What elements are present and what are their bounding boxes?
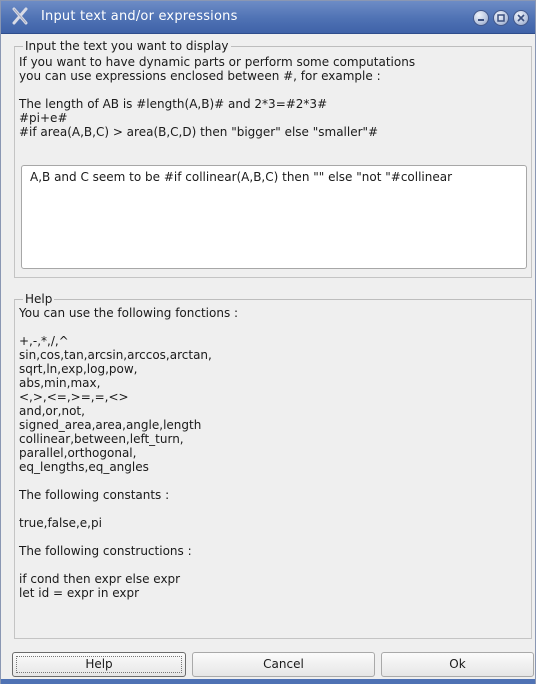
help-line: You can use the following fonctions :	[19, 306, 239, 320]
help-line: The following constants :	[19, 488, 170, 502]
help-line: abs,min,max,	[19, 376, 101, 390]
ok-button-label: Ok	[449, 657, 466, 671]
cancel-button[interactable]: Cancel	[192, 652, 375, 677]
input-info-line: you can use expressions enclosed between…	[19, 69, 381, 83]
example-line: #if area(A,B,C) > area(B,C,D) then "bigg…	[19, 125, 379, 139]
maximize-icon[interactable]	[493, 10, 509, 26]
example-line: The length of AB is #length(A,B)# and 2*…	[19, 97, 328, 111]
help-line: sqrt,ln,exp,log,pow,	[19, 362, 138, 376]
help-line: parallel,orthogonal,	[19, 446, 137, 460]
window-bottom-border	[1, 679, 535, 684]
help-line: <,>,<=,>=,=,<>	[19, 390, 129, 404]
example-line: #pi+e#	[19, 111, 68, 125]
help-line: and,or,not,	[19, 404, 85, 418]
help-line: sin,cos,tan,arcsin,arccos,arctan,	[19, 348, 212, 362]
help-button[interactable]: Help	[12, 652, 186, 677]
dialog-window: Input text and/or expressions Input the …	[0, 0, 536, 684]
expression-text-input[interactable]: A,B and C seem to be #if collinear(A,B,C…	[21, 165, 527, 269]
help-button-label: Help	[85, 657, 113, 671]
help-line: let id = expr in expr	[19, 586, 140, 600]
window-title: Input text and/or expressions	[41, 9, 238, 24]
help-group-legend: Help	[23, 292, 55, 306]
help-line: if cond then expr else expr	[19, 572, 181, 586]
title-bar[interactable]: Input text and/or expressions	[1, 1, 535, 34]
help-line: The following constructions :	[19, 544, 192, 558]
help-line: signed_area,area,angle,length	[19, 418, 202, 432]
cancel-button-label: Cancel	[263, 657, 304, 671]
input-group-legend: Input the text you want to display	[23, 39, 231, 53]
help-line: +,-,*,/,^	[19, 334, 69, 348]
help-line: true,false,e,pi	[19, 516, 102, 530]
app-x-icon	[11, 7, 29, 25]
ok-button[interactable]: Ok	[381, 652, 534, 677]
input-info-line: If you want to have dynamic parts or per…	[19, 55, 416, 69]
close-icon[interactable]	[513, 10, 529, 26]
minimize-icon[interactable]	[473, 10, 489, 26]
help-line: collinear,between,left_turn,	[19, 432, 184, 446]
help-line: eq_lengths,eq_angles	[19, 460, 149, 474]
help-group: Help You can use the following fonctions…	[14, 292, 532, 639]
expression-text-value[interactable]: A,B and C seem to be #if collinear(A,B,C…	[30, 170, 452, 184]
